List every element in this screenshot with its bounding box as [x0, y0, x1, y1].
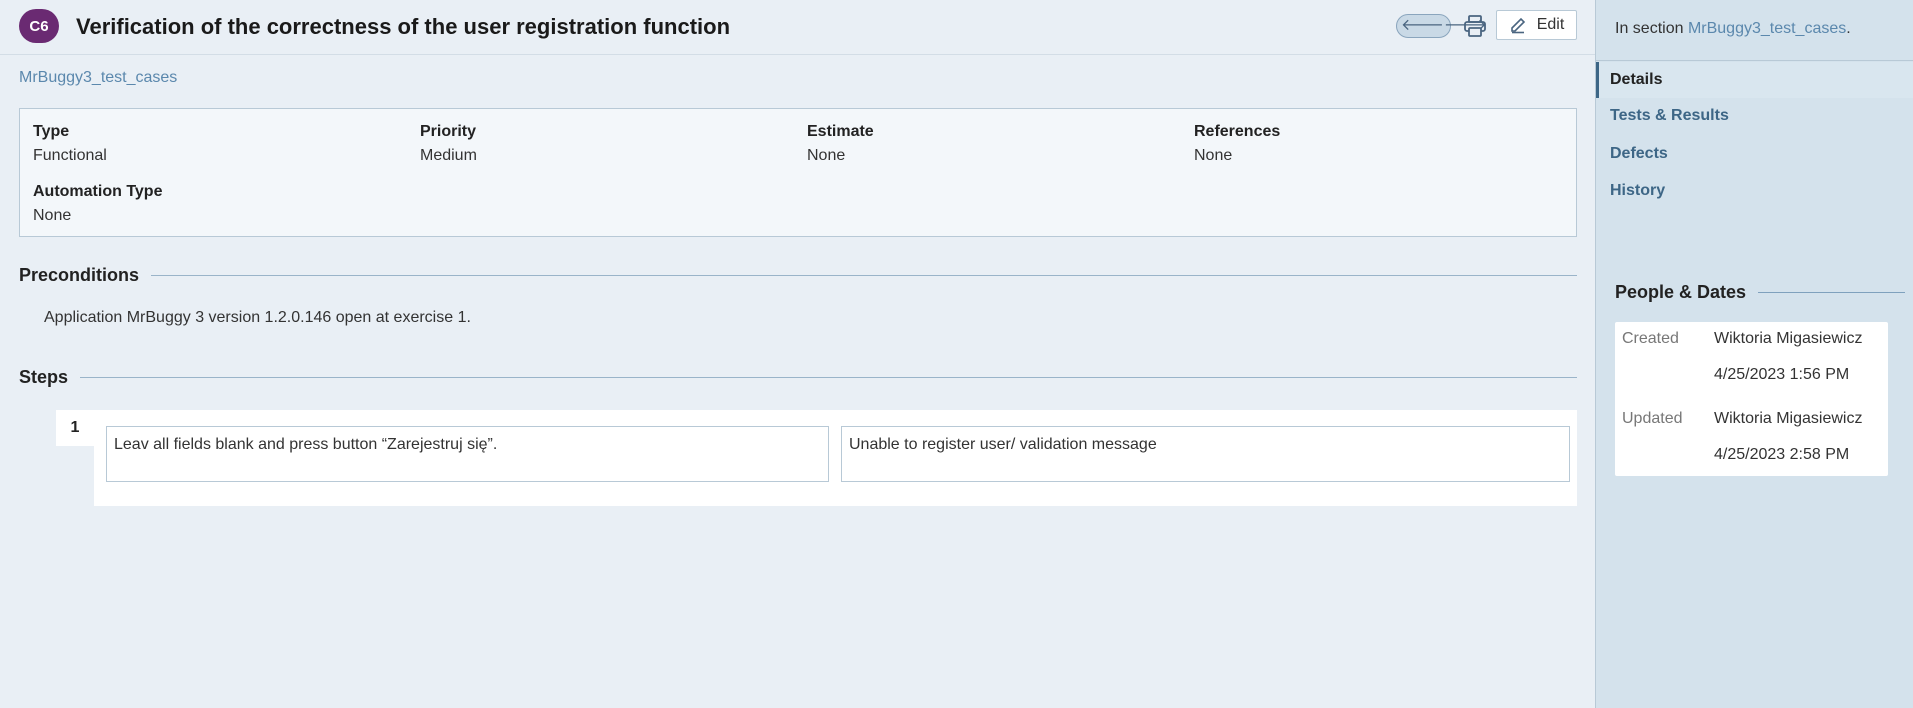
- updated-by: Wiktoria Migasiewicz: [1714, 410, 1863, 427]
- case-id-badge: C6: [19, 9, 59, 43]
- case-title: Verification of the correctness of the u…: [76, 14, 731, 39]
- step-action: Leav all fields blank and press button “…: [106, 426, 829, 482]
- steps-title: Steps: [19, 367, 69, 387]
- field-label: Type: [33, 123, 70, 140]
- field-value: None: [1194, 147, 1233, 164]
- field-value: Functional: [33, 147, 107, 164]
- field-value: None: [807, 147, 846, 164]
- sidebar-divider: [1596, 60, 1913, 61]
- people-dates-heading: People & Dates: [1615, 282, 1905, 303]
- field-estimate: Estimate None: [807, 123, 874, 165]
- edit-label: Edit: [1536, 16, 1565, 33]
- tab-tests-results[interactable]: Tests & Results: [1596, 98, 1913, 134]
- people-dates-card: Created Wiktoria Migasiewicz 4/25/2023 1…: [1615, 322, 1888, 476]
- case-header: C6 Verification of the correctness of th…: [0, 0, 1595, 55]
- in-section-prefix: In section: [1615, 20, 1688, 37]
- case-fields: Type Functional Priority Medium Estimate…: [19, 108, 1577, 237]
- main-content: C6 Verification of the correctness of th…: [0, 0, 1595, 708]
- created-label: Created: [1622, 330, 1679, 347]
- in-section-text: In section MrBuggy3_test_cases.: [1615, 20, 1851, 38]
- tab-defects[interactable]: Defects: [1596, 136, 1913, 172]
- pencil-icon: [1510, 17, 1525, 34]
- divider: [1758, 292, 1905, 293]
- preconditions-title: Preconditions: [19, 265, 140, 285]
- field-type: Type Functional: [33, 123, 107, 165]
- field-label: Automation Type: [33, 183, 163, 200]
- print-icon[interactable]: [1463, 14, 1487, 38]
- arrow-left-icon[interactable]: 🡐: [1401, 18, 1444, 34]
- updated-at: 4/25/2023 2:58 PM: [1714, 446, 1850, 463]
- field-label: Priority: [420, 123, 477, 140]
- updated-label: Updated: [1622, 410, 1683, 427]
- field-label: References: [1194, 123, 1281, 140]
- field-references: References None: [1194, 123, 1280, 165]
- tab-details[interactable]: Details: [1596, 62, 1913, 98]
- created-by: Wiktoria Migasiewicz: [1714, 330, 1863, 347]
- steps-heading: Steps: [19, 367, 1577, 388]
- step-expected-result: Unable to register user/ validation mess…: [841, 426, 1570, 482]
- preconditions-heading: Preconditions: [19, 265, 1577, 286]
- sidebar: In section MrBuggy3_test_cases. Details …: [1595, 0, 1913, 708]
- edit-button[interactable]: Edit: [1496, 10, 1577, 40]
- created-at: 4/25/2023 1:56 PM: [1714, 366, 1850, 383]
- step-number: 1: [56, 410, 94, 446]
- divider: [151, 275, 1577, 276]
- field-priority: Priority Medium: [420, 123, 477, 165]
- field-automation-type: Automation Type None: [33, 183, 162, 225]
- field-value: None: [33, 207, 72, 224]
- field-label: Estimate: [807, 123, 874, 140]
- in-section-link[interactable]: MrBuggy3_test_cases: [1688, 20, 1846, 37]
- field-value: Medium: [420, 147, 477, 164]
- preconditions-text: Application MrBuggy 3 version 1.2.0.146 …: [44, 309, 471, 326]
- section-link[interactable]: MrBuggy3_test_cases: [19, 69, 177, 87]
- people-dates-title: People & Dates: [1615, 282, 1747, 302]
- tab-history[interactable]: History: [1596, 173, 1913, 209]
- case-navigation: 🡐 🡒: [1396, 14, 1487, 38]
- in-section-suffix: .: [1846, 20, 1851, 37]
- divider: [80, 377, 1577, 378]
